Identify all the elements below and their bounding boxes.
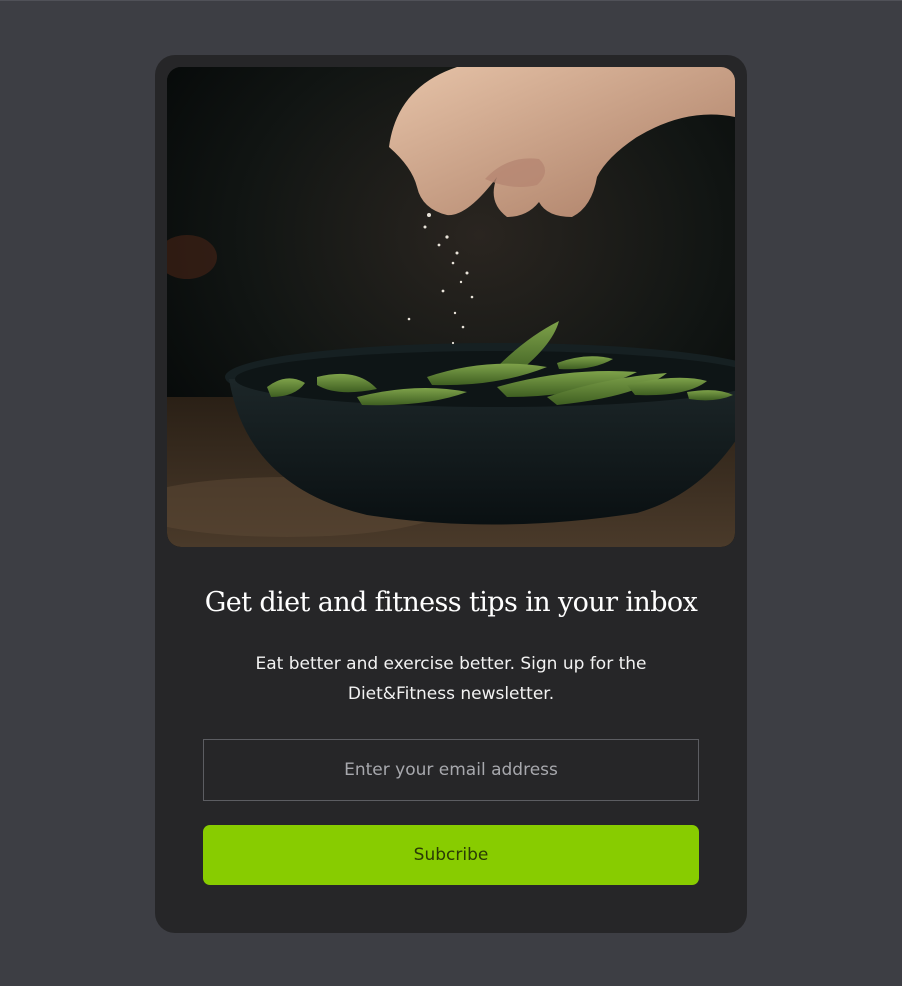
page-top-divider bbox=[0, 0, 902, 1]
newsletter-headline: Get diet and fitness tips in your inbox bbox=[204, 587, 698, 618]
newsletter-description: Eat better and exercise better. Sign up … bbox=[255, 654, 647, 704]
hero-photo bbox=[167, 67, 735, 547]
subscribe-button[interactable]: Subcribe bbox=[203, 825, 699, 885]
email-field[interactable] bbox=[203, 739, 699, 801]
newsletter-card: Get diet and fitness tips in your inbox … bbox=[155, 55, 747, 933]
